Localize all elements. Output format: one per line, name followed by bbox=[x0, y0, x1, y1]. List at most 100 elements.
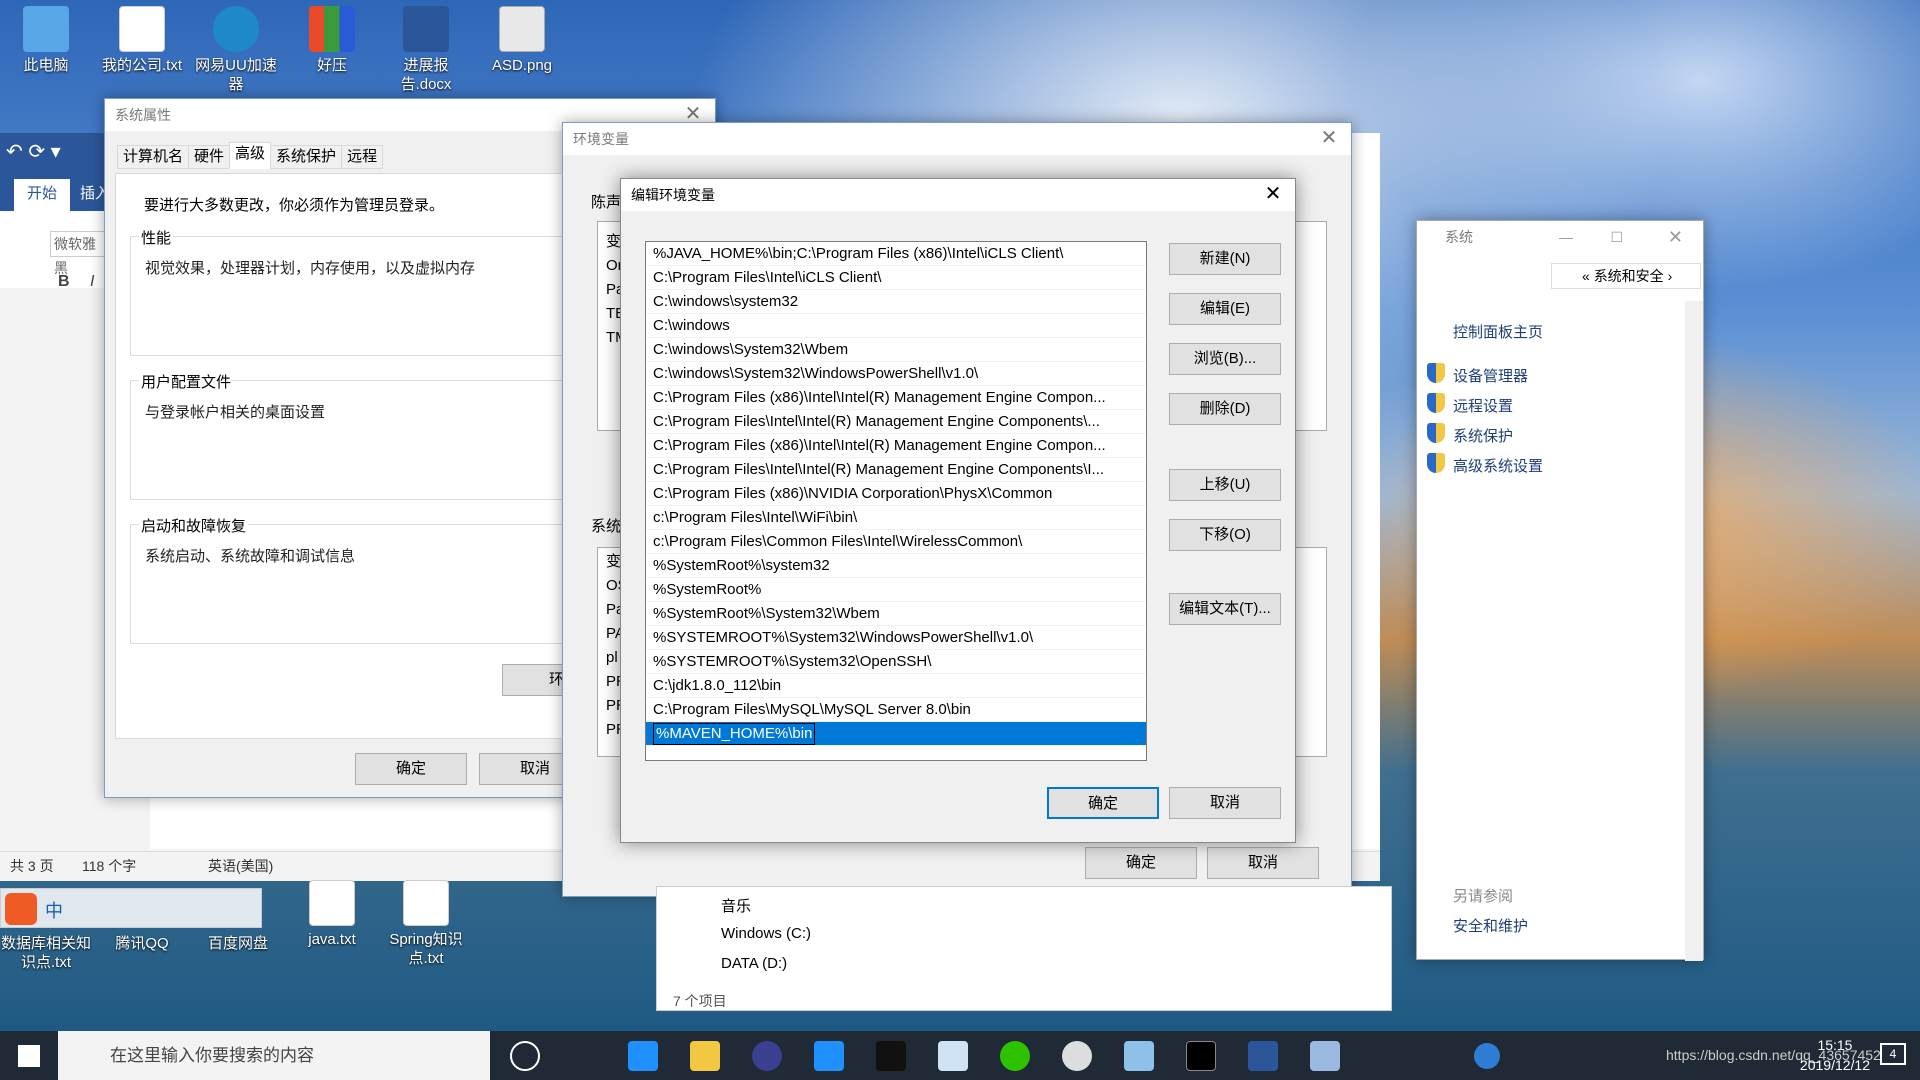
tab-hardware[interactable]: 硬件 bbox=[188, 145, 231, 169]
nav-item-d-drive[interactable]: DATA (D:) bbox=[721, 955, 787, 972]
list-item[interactable]: C:\Program Files\MySQL\MySQL Server 8.0\… bbox=[646, 698, 1146, 722]
desktop-icon-qq[interactable]: 腾讯QQ bbox=[96, 934, 188, 953]
list-item[interactable]: c:\Program Files\Common Files\Intel\Wire… bbox=[646, 530, 1146, 554]
list-item[interactable]: %SystemRoot%\system32 bbox=[646, 554, 1146, 578]
scrollbar[interactable] bbox=[1685, 301, 1703, 961]
ok-button[interactable]: 确定 bbox=[355, 753, 467, 785]
path-edit-field[interactable]: %MAVEN_HOME%\bin bbox=[653, 723, 816, 745]
list-item[interactable]: C:\Program Files\Intel\Intel(R) Manageme… bbox=[646, 458, 1146, 482]
minimize-icon[interactable]: — bbox=[1559, 221, 1573, 253]
list-item[interactable]: C:\Program Files (x86)\Intel\Intel(R) Ma… bbox=[646, 434, 1146, 458]
sogou-icon bbox=[5, 893, 37, 925]
close-icon[interactable]: ✕ bbox=[1307, 123, 1351, 155]
list-item[interactable]: C:\windows\System32\Wbem bbox=[646, 338, 1146, 362]
list-item[interactable]: C:\windows bbox=[646, 314, 1146, 338]
bold-button[interactable]: B bbox=[58, 273, 70, 291]
desktop-icon-company-txt[interactable]: 我的公司.txt bbox=[96, 6, 188, 75]
clock[interactable]: 15:15 2019/12/12 bbox=[1800, 1035, 1870, 1075]
link-remote-settings[interactable]: 远程设置 bbox=[1453, 395, 1513, 416]
ok-button[interactable]: 确定 bbox=[1047, 787, 1159, 819]
move-up-button[interactable]: 上移(U) bbox=[1169, 469, 1281, 501]
list-item[interactable]: C:\jdk1.8.0_112\bin bbox=[646, 674, 1146, 698]
desktop-icon-uu[interactable]: 网易UU加速器 bbox=[190, 6, 282, 94]
list-item[interactable]: %SYSTEMROOT%\System32\WindowsPowerShell\… bbox=[646, 626, 1146, 650]
edit-environment-variable-dialog: 编辑环境变量 ✕ %JAVA_HOME%\bin;C:\Program Files… bbox=[620, 178, 1296, 843]
ok-button[interactable]: 确定 bbox=[1085, 847, 1197, 879]
desktop-icon-haozip[interactable]: 好压 bbox=[286, 6, 378, 75]
tab-start[interactable]: 开始 bbox=[14, 179, 70, 211]
close-icon[interactable]: ✕ bbox=[1668, 221, 1683, 253]
font-name-box[interactable]: 微软雅黑 bbox=[50, 231, 110, 276]
tab-advanced[interactable]: 高级 bbox=[229, 142, 272, 169]
cancel-button[interactable]: 取消 bbox=[1169, 787, 1281, 819]
notification-icon[interactable]: 4 bbox=[1880, 1043, 1906, 1065]
maximize-icon[interactable]: ☐ bbox=[1610, 221, 1623, 253]
window-title-bar[interactable]: 环境变量 ✕ bbox=[563, 123, 1351, 155]
tab-computer-name[interactable]: 计算机名 bbox=[117, 145, 190, 169]
search-box[interactable]: 在这里输入你要搜索的内容 bbox=[58, 1031, 490, 1080]
list-item[interactable]: %JAVA_HOME%\bin;C:\Program Files (x86)\I… bbox=[646, 242, 1146, 266]
close-icon[interactable]: ✕ bbox=[1251, 179, 1295, 211]
desktop-icon-db-notes[interactable]: 数据库相关知识点.txt bbox=[0, 934, 92, 972]
system-properties-icon[interactable] bbox=[1310, 1041, 1340, 1071]
new-button[interactable]: 新建(N) bbox=[1169, 243, 1281, 275]
list-item[interactable]: C:\Program Files (x86)\Intel\Intel(R) Ma… bbox=[646, 386, 1146, 410]
word-quick-access[interactable]: ↶ ⟳ ▾ bbox=[0, 133, 110, 173]
start-windows-icon[interactable] bbox=[18, 1045, 40, 1067]
nav-item-c-drive[interactable]: Windows (C:) bbox=[721, 925, 811, 942]
ime-lang[interactable]: 中 bbox=[45, 897, 63, 923]
control-panel-icon[interactable] bbox=[1124, 1041, 1154, 1071]
desktop-icon-spring-txt[interactable]: Spring知识点.txt bbox=[380, 880, 472, 968]
eclipse-icon[interactable] bbox=[752, 1041, 782, 1071]
window-title-bar[interactable]: 系统 — ☐ ✕ bbox=[1417, 221, 1703, 253]
task-view-icon[interactable] bbox=[510, 1041, 540, 1071]
paint-icon[interactable] bbox=[938, 1041, 968, 1071]
tab-remote[interactable]: 远程 bbox=[341, 145, 384, 169]
cmd-icon[interactable] bbox=[1186, 1041, 1216, 1071]
list-item-selected[interactable]: %MAVEN_HOME%\bin bbox=[646, 722, 1146, 746]
desktop-icon-java-txt[interactable]: java.txt bbox=[286, 880, 378, 949]
list-item[interactable]: C:\Program Files\Intel\iCLS Client\ bbox=[646, 266, 1146, 290]
file-explorer-icon[interactable] bbox=[690, 1041, 720, 1071]
list-item[interactable]: %SystemRoot% bbox=[646, 578, 1146, 602]
move-down-button[interactable]: 下移(O) bbox=[1169, 519, 1281, 551]
settings-gear-icon[interactable] bbox=[1062, 1041, 1092, 1071]
desktop-icon-baidu-pan[interactable]: 百度网盘 bbox=[192, 934, 284, 953]
list-item[interactable]: C:\Program Files (x86)\NVIDIA Corporatio… bbox=[646, 482, 1146, 506]
edit-text-button[interactable]: 编辑文本(T)... bbox=[1169, 593, 1281, 625]
list-item[interactable]: C:\Program Files\Intel\Intel(R) Manageme… bbox=[646, 410, 1146, 434]
delete-button[interactable]: 删除(D) bbox=[1169, 393, 1281, 425]
link-security-maintenance[interactable]: 安全和维护 bbox=[1453, 915, 1528, 936]
link-device-manager[interactable]: 设备管理器 bbox=[1453, 365, 1528, 386]
edge-icon[interactable] bbox=[628, 1041, 658, 1071]
ime-toolbar[interactable]: 中 bbox=[0, 888, 262, 928]
list-item[interactable]: c:\Program Files\Intel\WiFi\bin\ bbox=[646, 506, 1146, 530]
desktop-icon-report-docx[interactable]: 进展报告.docx bbox=[380, 6, 472, 94]
window-title-bar[interactable]: 编辑环境变量 ✕ bbox=[621, 179, 1295, 211]
mysql-icon[interactable] bbox=[876, 1041, 906, 1071]
list-item[interactable]: C:\windows\system32 bbox=[646, 290, 1146, 314]
desktop-icon-asd-png[interactable]: ASD.png bbox=[476, 6, 568, 75]
tab-system-protection[interactable]: 系统保护 bbox=[270, 145, 343, 169]
wechat-icon[interactable] bbox=[1000, 1041, 1030, 1071]
page-count: 共 3 页 bbox=[10, 858, 54, 874]
list-item[interactable]: %SystemRoot%\System32\Wbem bbox=[646, 602, 1146, 626]
browse-button[interactable]: 浏览(B)... bbox=[1169, 343, 1281, 375]
cancel-button[interactable]: 取消 bbox=[1207, 847, 1319, 879]
link-advanced-settings[interactable]: 高级系统设置 bbox=[1453, 455, 1543, 476]
help-icon[interactable] bbox=[1474, 1043, 1500, 1069]
list-item[interactable]: %SYSTEMROOT%\System32\OpenSSH\ bbox=[646, 650, 1146, 674]
control-panel-home-link[interactable]: 控制面板主页 bbox=[1453, 321, 1543, 342]
edit-button[interactable]: 编辑(E) bbox=[1169, 293, 1281, 325]
pycharm-icon[interactable] bbox=[814, 1041, 844, 1071]
word-count: 118 个字 bbox=[82, 858, 137, 874]
path-list[interactable]: %JAVA_HOME%\bin;C:\Program Files (x86)\I… bbox=[645, 241, 1147, 761]
nav-item-music[interactable]: 音乐 bbox=[721, 895, 751, 916]
link-system-protection[interactable]: 系统保护 bbox=[1453, 425, 1513, 446]
list-item[interactable]: C:\windows\System32\WindowsPowerShell\v1… bbox=[646, 362, 1146, 386]
word-icon[interactable] bbox=[1248, 1041, 1278, 1071]
see-also-heading: 另请参阅 bbox=[1453, 888, 1514, 905]
italic-button[interactable]: I bbox=[90, 273, 94, 291]
address-bar[interactable]: « 系统和安全 › bbox=[1551, 263, 1701, 289]
desktop-icon-this-pc[interactable]: 此电脑 bbox=[0, 6, 92, 75]
